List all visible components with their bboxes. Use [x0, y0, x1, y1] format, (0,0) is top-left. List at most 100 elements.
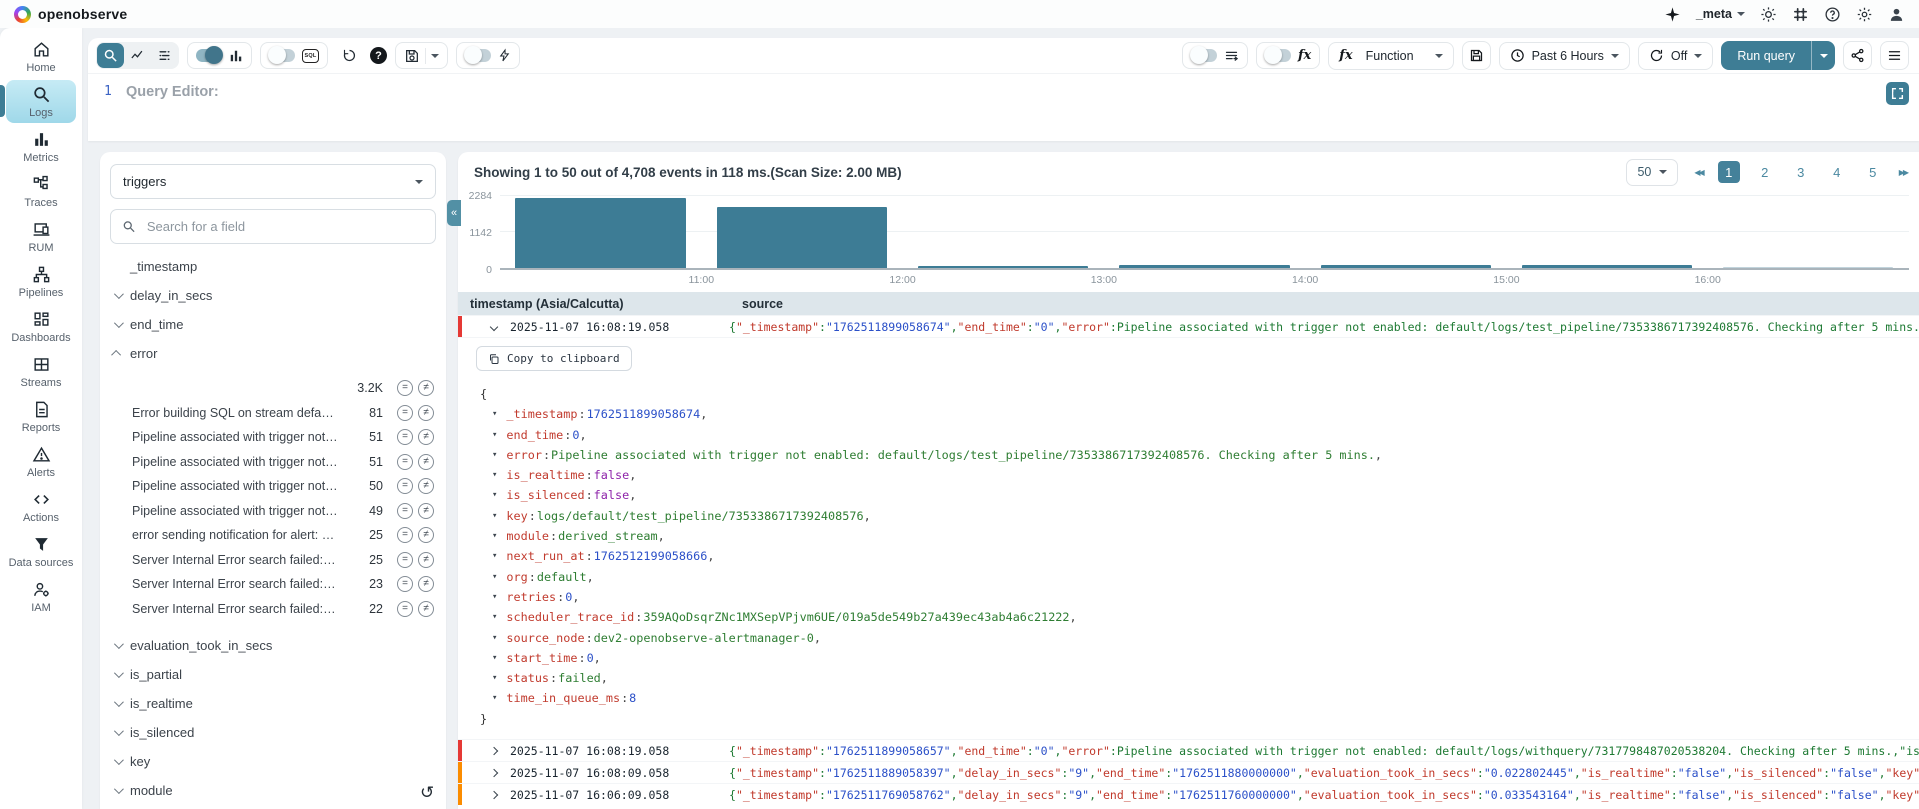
fullscreen-button[interactable]	[1886, 82, 1909, 105]
nav-item-pipelines[interactable]: Pipelines	[6, 260, 76, 303]
page-button-3[interactable]: 3	[1790, 161, 1812, 183]
json-field-next_run_at[interactable]: ▾next_run_at:1762512199058666,	[476, 546, 1919, 566]
help-icon[interactable]	[1824, 6, 1841, 23]
log-row[interactable]: 2025-11-07 16:08:19.058{"_timestamp":"17…	[458, 739, 1919, 761]
saved-search-icon[interactable]	[404, 48, 420, 64]
collapse-panel-button[interactable]: «	[447, 200, 461, 226]
field-value-row[interactable]: 3.2K=≠	[132, 376, 434, 401]
collapse-value-icon[interactable]: ▾	[492, 485, 497, 505]
slack-icon[interactable]	[1792, 6, 1809, 23]
field-key[interactable]: key	[110, 747, 436, 776]
include-filter-icon[interactable]: =	[397, 454, 413, 470]
exclude-filter-icon[interactable]: ≠	[418, 405, 434, 421]
transform-toggle[interactable]	[1191, 49, 1217, 62]
collapse-value-icon[interactable]: ▾	[492, 546, 497, 566]
exclude-filter-icon[interactable]: ≠	[418, 454, 434, 470]
field-delay_in_secs[interactable]: delay_in_secs	[110, 281, 436, 310]
field-end_time[interactable]: end_time	[110, 310, 436, 339]
reset-icon[interactable]	[336, 43, 362, 69]
nav-item-dashboards[interactable]: Dashboards	[6, 305, 76, 348]
include-filter-icon[interactable]: =	[397, 405, 413, 421]
field-_timestamp[interactable]: _timestamp	[110, 252, 436, 281]
nav-item-iam[interactable]: IAM	[6, 575, 76, 618]
sparkle-icon[interactable]	[1664, 6, 1681, 23]
refresh-fields-icon[interactable]: ↻	[420, 783, 434, 803]
field-search-input[interactable]	[145, 218, 424, 235]
sql-mode-toggle[interactable]	[269, 49, 295, 62]
collapse-value-icon[interactable]: ▾	[492, 425, 497, 445]
json-field-org[interactable]: ▾org:default,	[476, 567, 1919, 587]
page-size-select[interactable]: 50	[1626, 159, 1678, 186]
search-mode-button[interactable]	[97, 43, 124, 68]
exclude-filter-icon[interactable]: ≠	[418, 527, 434, 543]
collapse-value-icon[interactable]: ▾	[492, 688, 497, 708]
nav-item-traces[interactable]: Traces	[6, 170, 76, 213]
collapse-value-icon[interactable]: ▾	[492, 587, 497, 607]
exclude-filter-icon[interactable]: ≠	[418, 478, 434, 494]
field-value-row[interactable]: Server Internal Error search failed: Err…	[132, 597, 434, 622]
nav-item-home[interactable]: Home	[6, 35, 76, 78]
metrics-mode-button[interactable]	[124, 43, 151, 68]
share-button[interactable]	[1843, 41, 1872, 70]
include-filter-icon[interactable]: =	[397, 527, 413, 543]
include-filter-icon[interactable]: =	[397, 380, 413, 396]
save-function-button[interactable]	[1462, 41, 1491, 70]
include-filter-icon[interactable]: =	[397, 429, 413, 445]
collapse-value-icon[interactable]: ▾	[492, 567, 497, 587]
nav-item-reports[interactable]: Reports	[6, 395, 76, 438]
exclude-filter-icon[interactable]: ≠	[418, 380, 434, 396]
patterns-mode-button[interactable]	[151, 43, 178, 68]
stream-select[interactable]: triggers	[110, 164, 436, 199]
run-query-button[interactable]: Run query	[1721, 41, 1811, 70]
page-button-2[interactable]: 2	[1754, 161, 1776, 183]
log-row[interactable]: 2025-11-07 16:08:09.058{"_timestamp":"17…	[458, 761, 1919, 783]
json-field-key[interactable]: ▾key:logs/default/test_pipeline/73533867…	[476, 506, 1919, 526]
log-row[interactable]: 2025-11-07 16:06:09.058{"_timestamp":"17…	[458, 783, 1919, 805]
field-value-row[interactable]: Server Internal Error search failed: Err…	[132, 548, 434, 573]
copy-to-clipboard-button[interactable]: Copy to clipboard	[476, 346, 632, 371]
json-field-end_time[interactable]: ▾end_time:0,	[476, 425, 1919, 445]
page-button-1[interactable]: 1	[1718, 161, 1740, 183]
exclude-filter-icon[interactable]: ≠	[418, 429, 434, 445]
field-is_silenced[interactable]: is_silenced	[110, 718, 436, 747]
auto-refresh-select[interactable]: Off	[1638, 42, 1713, 70]
field-value-row[interactable]: error sending notification for alert: Er…	[132, 523, 434, 548]
include-filter-icon[interactable]: =	[397, 503, 413, 519]
collapse-value-icon[interactable]: ▾	[492, 465, 497, 485]
histogram-toggle[interactable]	[196, 49, 222, 62]
include-filter-icon[interactable]: =	[397, 552, 413, 568]
json-field-time_in_queue_ms[interactable]: ▾time_in_queue_ms:8	[476, 688, 1919, 708]
collapse-value-icon[interactable]: ▾	[492, 526, 497, 546]
field-value-row[interactable]: Pipeline associated with trigger not e..…	[132, 474, 434, 499]
field-value-row[interactable]: Error building SQL on stream default:...…	[132, 401, 434, 426]
nav-item-logs[interactable]: Logs	[6, 80, 76, 123]
field-value-row[interactable]: Pipeline associated with trigger not e..…	[132, 450, 434, 475]
json-field-is_realtime[interactable]: ▾is_realtime:false,	[476, 465, 1919, 485]
query-help-icon[interactable]: ?	[370, 47, 387, 64]
field-error[interactable]: error	[110, 339, 436, 368]
run-query-options-button[interactable]	[1811, 41, 1835, 70]
page-button-5[interactable]: 5	[1862, 161, 1884, 183]
histogram-bar[interactable]	[1522, 265, 1692, 268]
function-select[interactable]: fx Function	[1328, 42, 1453, 70]
json-field-retries[interactable]: ▾retries:0,	[476, 587, 1919, 607]
exclude-filter-icon[interactable]: ≠	[418, 601, 434, 617]
first-page-button[interactable]: ◀◀	[1694, 168, 1702, 177]
exclude-filter-icon[interactable]: ≠	[418, 552, 434, 568]
page-button-4[interactable]: 4	[1826, 161, 1848, 183]
include-filter-icon[interactable]: =	[397, 601, 413, 617]
json-field-status[interactable]: ▾status:failed,	[476, 668, 1919, 688]
histogram-bar[interactable]	[1119, 265, 1289, 268]
nav-item-streams[interactable]: Streams	[6, 350, 76, 393]
json-field-_timestamp[interactable]: ▾_timestamp:1762511899058674,	[476, 404, 1919, 424]
quick-mode-toggle[interactable]	[465, 49, 491, 62]
last-page-button[interactable]: ▶▶	[1899, 168, 1907, 177]
query-editor[interactable]: 1 Query Editor:	[88, 73, 1919, 100]
json-field-start_time[interactable]: ▾start_time:0,	[476, 648, 1919, 668]
json-field-error[interactable]: ▾error:Pipeline associated with trigger …	[476, 445, 1919, 465]
exclude-filter-icon[interactable]: ≠	[418, 503, 434, 519]
fx-toggle[interactable]	[1265, 49, 1291, 62]
collapse-value-icon[interactable]: ▾	[492, 628, 497, 648]
collapse-value-icon[interactable]: ▾	[492, 404, 497, 424]
collapse-value-icon[interactable]: ▾	[492, 668, 497, 688]
